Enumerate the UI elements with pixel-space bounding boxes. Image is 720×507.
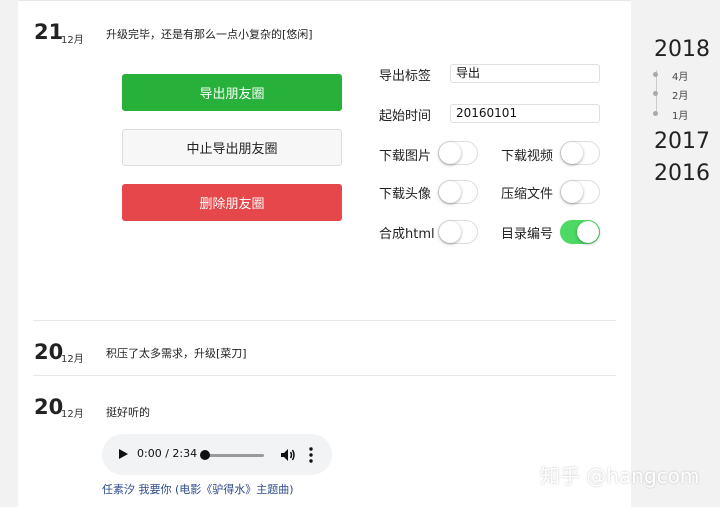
export-tag-input[interactable]: 导出	[450, 64, 600, 83]
export-moments-button[interactable]: 导出朋友圈	[122, 74, 342, 111]
divider	[33, 320, 616, 321]
audio-time: 0:00 / 2:34	[137, 447, 198, 460]
dir-numbering-toggle[interactable]	[560, 220, 600, 244]
post-text: 升级完毕，还是有那么一点小复杂的[悠闲]	[106, 28, 313, 41]
merge-html-label: 合成html	[379, 227, 435, 242]
timeline-dot	[653, 72, 658, 77]
divider	[33, 375, 616, 376]
download-videos-label: 下载视频	[501, 149, 554, 164]
watermark: 知乎 @hangcom	[540, 464, 700, 488]
post-text: 积压了太多需求，升级[菜刀]	[106, 347, 247, 360]
timeline-month[interactable]: 1月	[653, 107, 688, 122]
post-text: 挺好听的	[106, 406, 150, 419]
timeline-year[interactable]: 2017	[654, 129, 710, 154]
toggle-knob	[561, 142, 583, 164]
more-options-icon[interactable]	[307, 446, 315, 464]
post-day: 20	[34, 395, 64, 419]
feed-panel: 21 12月 升级完毕，还是有那么一点小复杂的[悠闲] 导出朋友圈 中止导出朋友…	[18, 0, 631, 507]
volume-icon[interactable]	[280, 447, 296, 463]
timeline-year[interactable]: 2018	[654, 37, 710, 62]
song-title-link[interactable]: 任素汐 我要你 (电影《驴得水》主题曲)	[102, 481, 294, 497]
download-images-label: 下载图片	[379, 149, 432, 164]
divider	[18, 0, 631, 1]
start-time-input[interactable]: 20160101	[450, 104, 600, 123]
timeline-year[interactable]: 2016	[654, 161, 710, 186]
download-avatars-label: 下载头像	[379, 187, 432, 202]
timeline-month[interactable]: 2月	[653, 87, 688, 102]
toggle-knob	[439, 221, 461, 243]
timeline-dot	[653, 91, 658, 96]
audio-seek-bar[interactable]	[202, 454, 264, 457]
toggle-knob	[439, 142, 461, 164]
merge-html-toggle[interactable]	[438, 220, 478, 244]
audio-player[interactable]: 0:00 / 2:34	[102, 434, 332, 475]
post-month: 12月	[61, 35, 84, 46]
play-icon[interactable]	[119, 449, 128, 459]
post-month: 12月	[61, 354, 84, 365]
post-day: 20	[34, 340, 64, 364]
export-tag-label: 导出标签	[379, 69, 432, 84]
timeline-month[interactable]: 4月	[653, 68, 688, 83]
toggle-knob	[561, 181, 583, 203]
audio-seek-thumb[interactable]	[200, 450, 210, 460]
compress-files-label: 压缩文件	[501, 187, 554, 202]
post-day: 21	[34, 20, 64, 44]
stop-export-button[interactable]: 中止导出朋友圈	[122, 129, 342, 166]
timeline-sidebar: 2018 4月 2月 1月 2017 2016	[631, 0, 720, 507]
toggle-knob	[577, 221, 599, 243]
toggle-knob	[439, 181, 461, 203]
download-avatars-toggle[interactable]	[438, 180, 478, 204]
timeline-dot	[653, 111, 658, 116]
download-videos-toggle[interactable]	[560, 141, 600, 165]
delete-moments-button[interactable]: 删除朋友圈	[122, 184, 342, 221]
download-images-toggle[interactable]	[438, 141, 478, 165]
compress-files-toggle[interactable]	[560, 180, 600, 204]
post-month: 12月	[61, 409, 84, 420]
start-time-label: 起始时间	[379, 109, 432, 124]
dir-numbering-label: 目录编号	[501, 227, 554, 242]
